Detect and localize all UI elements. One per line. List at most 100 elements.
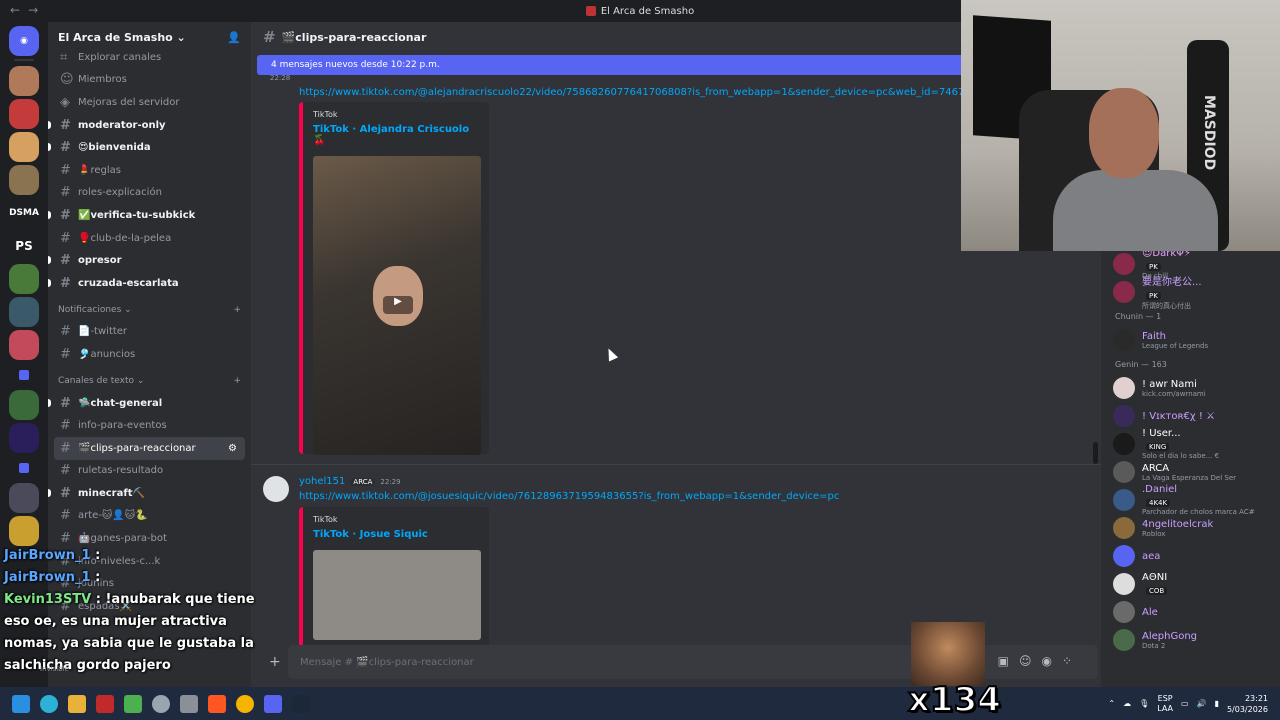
app-icon[interactable] xyxy=(124,694,142,713)
guild-icon[interactable] xyxy=(9,297,39,327)
guild-icon-ps[interactable]: PS xyxy=(9,231,39,261)
channel-item[interactable]: # info-para-eventos xyxy=(48,414,251,437)
channel-item[interactable]: # 🎐anuncios xyxy=(48,343,251,366)
file-explorer-icon[interactable] xyxy=(68,694,86,713)
avatar[interactable] xyxy=(1113,433,1135,455)
channel-item[interactable]: # opresor xyxy=(48,249,251,272)
explore-channels[interactable]: ⌗ Explorar canales xyxy=(48,46,251,69)
member-row[interactable]: ! Vɪᴋᴛᴏʀ€χ ! ⚔ xyxy=(1101,402,1280,430)
member-row[interactable]: Ale xyxy=(1101,598,1280,626)
channel-item[interactable]: # ✅verifica-tu-subkick xyxy=(48,204,251,227)
scrollbar[interactable] xyxy=(1093,442,1098,464)
avatar[interactable] xyxy=(1113,629,1135,651)
discord-taskbar-icon[interactable] xyxy=(264,694,282,713)
play-icon[interactable]: ▶ xyxy=(383,296,413,314)
channel-item[interactable]: # ruletas-resultado xyxy=(48,460,251,483)
member-row[interactable]: AΘNI COB xyxy=(1101,570,1280,598)
battery-icon[interactable]: ▮ xyxy=(1215,699,1219,708)
tray-chevron-icon[interactable]: ⌃ xyxy=(1108,699,1115,708)
guild-icon[interactable] xyxy=(9,330,39,360)
folder-icon[interactable] xyxy=(19,463,29,473)
embed-title[interactable]: TikTok · Alejandra Criscuolo 🍒 xyxy=(313,124,479,146)
video-thumbnail[interactable]: ▶ xyxy=(313,156,481,455)
channel-label: 🥊club-de-la-pelea xyxy=(78,232,172,244)
chrome-icon[interactable] xyxy=(236,694,254,713)
volume-icon[interactable]: 🔊 xyxy=(1197,699,1207,708)
member-row[interactable]: ARCA La Vaga Esperanza Del Ser xyxy=(1101,458,1280,486)
new-messages-bar[interactable]: 4 mensajes nuevos desde 10:22 p.m. xyxy=(257,55,967,75)
app-icon[interactable] xyxy=(96,694,114,713)
add-member-icon[interactable]: 👤 xyxy=(227,31,241,44)
channel-item[interactable]: # 📄-twitter xyxy=(48,321,251,344)
member-row[interactable]: AlephGong Dota 2 xyxy=(1101,626,1280,654)
message-author[interactable]: yohel151 xyxy=(299,476,345,487)
guild-icon[interactable] xyxy=(9,423,39,453)
member-row[interactable]: 4ngelitoelcrak Roblox xyxy=(1101,514,1280,542)
guild-icon[interactable] xyxy=(9,483,39,513)
member-row[interactable]: 要是你老公... PK 所谓的真心付出 xyxy=(1101,277,1280,310)
composer-icons[interactable]: ▣☺◉⁘ xyxy=(998,654,1082,668)
channel-item[interactable]: # 💄reglas xyxy=(48,159,251,182)
channel-item[interactable]: # arte-🐱👤🐱🐍 xyxy=(48,505,251,528)
edge-icon[interactable] xyxy=(40,694,58,713)
guild-icon[interactable] xyxy=(9,165,39,195)
member-info: AΘNI COB xyxy=(1142,572,1168,596)
steam-icon[interactable] xyxy=(292,694,310,713)
avatar[interactable] xyxy=(1113,329,1135,351)
member-row[interactable]: ! User... KING Solo el dia lo sabe... € xyxy=(1101,428,1280,460)
avatar[interactable] xyxy=(263,476,289,502)
channel-item[interactable]: # roles-explicación xyxy=(48,182,251,205)
members-link[interactable]: ☺ Miembros xyxy=(48,69,251,92)
guild-icon[interactable] xyxy=(9,264,39,294)
guild-icon[interactable] xyxy=(9,99,39,129)
avatar[interactable] xyxy=(1113,489,1135,511)
member-row[interactable]: .Daniel 4K4K Parchador de cholos marca AC# xyxy=(1101,484,1280,516)
network-icon[interactable]: ▭ xyxy=(1181,699,1189,708)
video-thumbnail[interactable] xyxy=(313,550,481,640)
app-icon[interactable] xyxy=(180,694,198,713)
category-notificaciones[interactable]: Notificaciones ⌄ + xyxy=(48,299,251,321)
channel-item[interactable]: # 🥊club-de-la-pelea xyxy=(48,227,251,250)
server-boost-link[interactable]: ◈ Mejoras del servidor xyxy=(48,91,251,114)
guild-icon[interactable] xyxy=(9,66,39,96)
avatar[interactable] xyxy=(1113,253,1135,275)
nav-arrows[interactable]: ←→ xyxy=(10,3,46,17)
avatar[interactable] xyxy=(1113,517,1135,539)
avatar[interactable] xyxy=(1113,545,1135,567)
channel-item[interactable]: # minecraft⛏️ xyxy=(48,482,251,505)
avatar[interactable] xyxy=(1113,377,1135,399)
mic-icon[interactable]: 🎙 xyxy=(1139,699,1149,708)
member-row[interactable]: Faith League of Legends xyxy=(1101,326,1280,354)
channel-item[interactable]: # 🛸chat-general xyxy=(48,392,251,415)
avatar[interactable] xyxy=(1113,461,1135,483)
avatar[interactable] xyxy=(1113,405,1135,427)
avatar[interactable] xyxy=(1113,281,1135,303)
tray-icon[interactable]: ☁ xyxy=(1123,699,1131,708)
brave-icon[interactable] xyxy=(208,694,226,713)
channel-item[interactable]: # 😍bienvenida xyxy=(48,136,251,159)
guild-icon-dsma[interactable]: DSMA xyxy=(9,198,39,228)
add-channel-icon[interactable]: + xyxy=(233,305,241,315)
guild-icon[interactable] xyxy=(9,390,39,420)
language-indicator[interactable]: ESP LAA xyxy=(1157,694,1173,714)
discord-home-icon[interactable]: ◉ xyxy=(9,26,39,56)
avatar[interactable] xyxy=(1113,601,1135,623)
channel-settings-icon[interactable]: ⚙ xyxy=(228,443,237,454)
obs-icon[interactable] xyxy=(152,694,170,713)
add-channel-icon[interactable]: + xyxy=(233,376,241,386)
member-row[interactable]: ! awr Nami kick.com/awrnami xyxy=(1101,374,1280,402)
channel-item[interactable]: # 🎬clips-para-reaccionar ⚙ xyxy=(54,436,245,460)
guild-icon[interactable] xyxy=(9,516,39,546)
member-row[interactable]: aea xyxy=(1101,542,1280,570)
clock[interactable]: 23:21 5/03/2026 xyxy=(1227,693,1268,715)
channel-item[interactable]: # cruzada-escarlata xyxy=(48,272,251,295)
member-activity: kick.com/awrnami xyxy=(1142,389,1206,398)
folder-icon[interactable] xyxy=(19,370,29,380)
category-canales-texto[interactable]: Canales de texto ⌄ + xyxy=(48,370,251,392)
channel-item[interactable]: # moderator-only xyxy=(48,114,251,137)
avatar[interactable] xyxy=(1113,573,1135,595)
windows-start-icon[interactable] xyxy=(12,694,30,713)
message-link[interactable]: https://www.tiktok.com/@josuesiquic/vide… xyxy=(299,491,1099,502)
guild-icon[interactable] xyxy=(9,132,39,162)
embed-title[interactable]: TikTok · Josue Siquic xyxy=(313,529,479,540)
